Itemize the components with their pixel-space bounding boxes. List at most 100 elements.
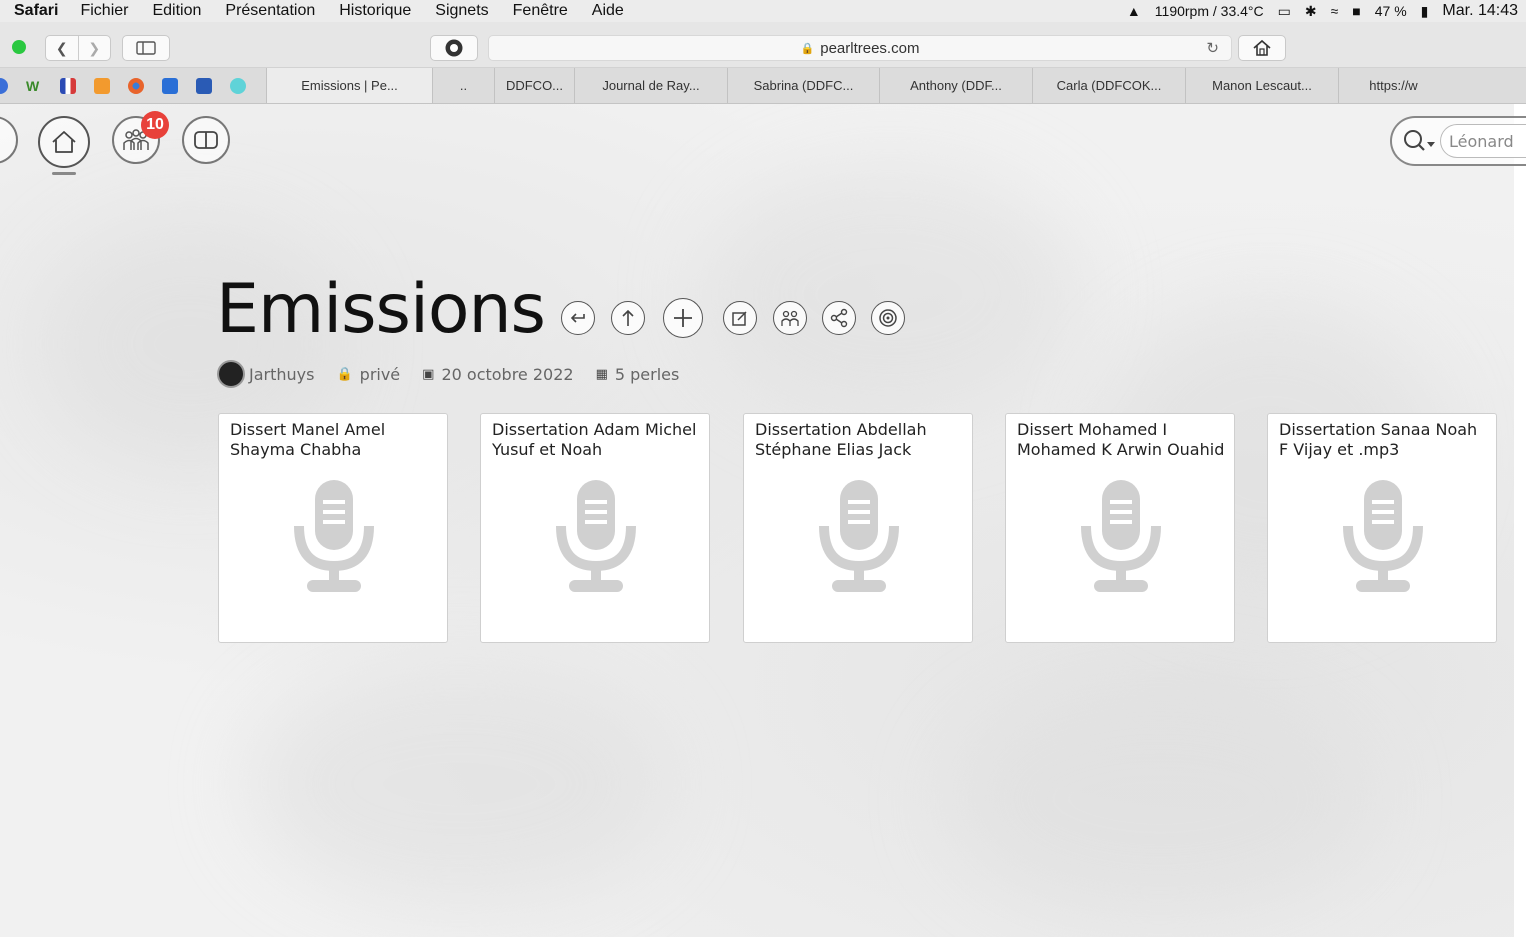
target-button[interactable] [871,301,905,335]
parent-action-button[interactable] [611,301,645,335]
flag-bookmark-icon[interactable] [60,77,76,94]
menu-bar: Safari Fichier Edition Présentation Hist… [0,0,1526,22]
card-title: Dissertation Adam Michel Yusuf et Noah [492,420,697,459]
tab-manon[interactable]: Manon Lescaut... [1185,68,1338,103]
menu-app-name[interactable]: Safari [14,2,58,20]
airplay-icon[interactable]: ▭ [1278,3,1291,20]
edit-button[interactable] [723,301,757,335]
bookmark-favicon-1[interactable] [0,77,8,94]
card-title: Dissertation Sanaa Noah F Vijay et .mp3 [1279,420,1478,459]
search-input[interactable]: Léonard [1440,124,1526,158]
url-text: pearltrees.com [820,39,920,57]
author-name[interactable]: Jarthuys [249,365,314,384]
wifi-icon[interactable]: ≈ [1331,3,1339,19]
card-title: Dissert Mohamed I Mohamed K Arwin Ouahid [1017,420,1225,459]
collection-date: 20 octobre 2022 [441,364,574,384]
microphone-icon [1081,480,1161,592]
browser-toolbar: ❮ ❯ 🔒 pearltrees.com ↻ [0,22,1526,68]
fan-status[interactable]: 1190rpm / 33.4°C [1155,3,1264,19]
tab-anthony[interactable]: Anthony (DDF... [879,68,1032,103]
menu-presentation[interactable]: Présentation [225,2,315,20]
tab-3[interactable]: DDFCO... [494,68,574,103]
home-icon [1253,39,1271,56]
avatar[interactable] [217,360,245,388]
person-icon[interactable]: ▲ [1127,3,1141,19]
plus-icon [674,309,692,327]
extension-button[interactable] [430,35,478,61]
pearl-card[interactable]: Dissertation Sanaa Noah F Vijay et .mp3 [1267,413,1497,643]
menu-historique[interactable]: Historique [339,2,411,20]
pearl-card[interactable]: Dissertation Adam Michel Yusuf et Noah [480,413,710,643]
sidebar-toggle-button[interactable] [122,35,170,61]
menu-aide[interactable]: Aide [592,2,624,20]
teal-bookmark-icon[interactable] [230,77,246,94]
reload-icon[interactable]: ↻ [1206,39,1219,57]
search-icon [1404,130,1435,151]
tab-carla[interactable]: Carla (DDFCOK... [1032,68,1185,103]
card-title: Dissert Manel Amel Shayma Chabha [230,420,386,459]
wikipedia-bookmark-icon[interactable]: W [26,78,42,94]
address-bar[interactable]: 🔒 pearltrees.com ↻ [488,35,1232,61]
microphone-icon [819,480,899,592]
microphone-icon [294,480,374,592]
return-arrow-icon [570,313,585,323]
menu-signets[interactable]: Signets [435,2,488,20]
tab-emissions[interactable]: Emissions | Pe... [266,68,432,103]
battery-icon[interactable]: ▮ [1421,3,1429,20]
tab-sabrina[interactable]: Sabrina (DDFC... [727,68,879,103]
book-icon [194,131,218,149]
home-button[interactable] [1238,35,1286,61]
target-icon [879,309,897,327]
notification-badge: 10 [141,111,169,139]
blue-c-bookmark-icon[interactable] [162,77,178,94]
nav-buttons: ❮ ❯ [45,35,111,61]
bluetooth-icon[interactable]: ✱ [1305,3,1317,20]
grid-icon: ▦ [595,366,608,382]
back-button[interactable]: ❮ [46,36,78,60]
pearl-card[interactable]: Dissert Mohamed I Mohamed K Arwin Ouahid [1005,413,1235,643]
sidebar-icon [136,41,156,55]
battery-status[interactable]: 47 % [1375,3,1407,19]
calendar-bookmark-icon[interactable] [196,77,212,94]
page-title: Emissions [216,270,546,349]
edit-icon [732,311,747,326]
lock-icon: 🔒 [336,366,353,382]
tab-journal[interactable]: Journal de Ray... [574,68,727,103]
arrow-up-icon [622,309,634,326]
home-page-button[interactable] [38,116,90,168]
card-title: Dissertation Abdellah Stéphane Elias Jac… [755,420,927,459]
background-blob [250,664,670,904]
home-icon [52,131,76,153]
window-zoom-button[interactable] [12,40,26,54]
chevron-right-icon: ❯ [88,39,101,56]
tab-https[interactable]: https://w [1338,68,1448,103]
active-indicator [52,172,76,175]
background-blob [700,164,1080,424]
microphone-icon [556,480,636,592]
people-icon [781,310,799,326]
pearl-card[interactable]: Dissertation Abdellah Stéphane Elias Jac… [743,413,973,643]
library-button[interactable] [182,116,230,164]
share-button[interactable] [822,301,856,335]
back-action-button[interactable] [561,301,595,335]
volume-icon[interactable]: ■ [1352,3,1360,19]
pearl-card[interactable]: Dissert Manel Amel Shayma Chabha [218,413,448,643]
lock-icon: 🔒 [800,42,815,55]
add-button[interactable] [663,298,703,338]
team-action-button[interactable] [773,301,807,335]
tab-bar: W Emissions | Pe... .. DDFCO... Journal … [0,68,1526,104]
colored-bookmark-icon[interactable] [128,77,144,94]
chevron-left-icon: ❮ [55,39,68,56]
menu-edition[interactable]: Edition [152,2,201,20]
tab-2[interactable]: .. [432,68,494,103]
calendar-icon: ▣ [422,366,435,382]
menu-fichier[interactable]: Fichier [80,2,128,20]
microphone-icon [1343,480,1423,592]
menu-clock[interactable]: Mar. 14:43 [1442,2,1518,20]
forward-button[interactable]: ❯ [77,36,111,60]
collection-meta: Jarthuys 🔒 privé ▣ 20 octobre 2022 ▦ 5 p… [217,360,701,388]
privacy-status: privé [359,364,401,384]
menu-fenetre[interactable]: Fenêtre [513,2,568,20]
shield-icon [445,39,463,57]
orange-bookmark-icon[interactable] [94,77,110,94]
